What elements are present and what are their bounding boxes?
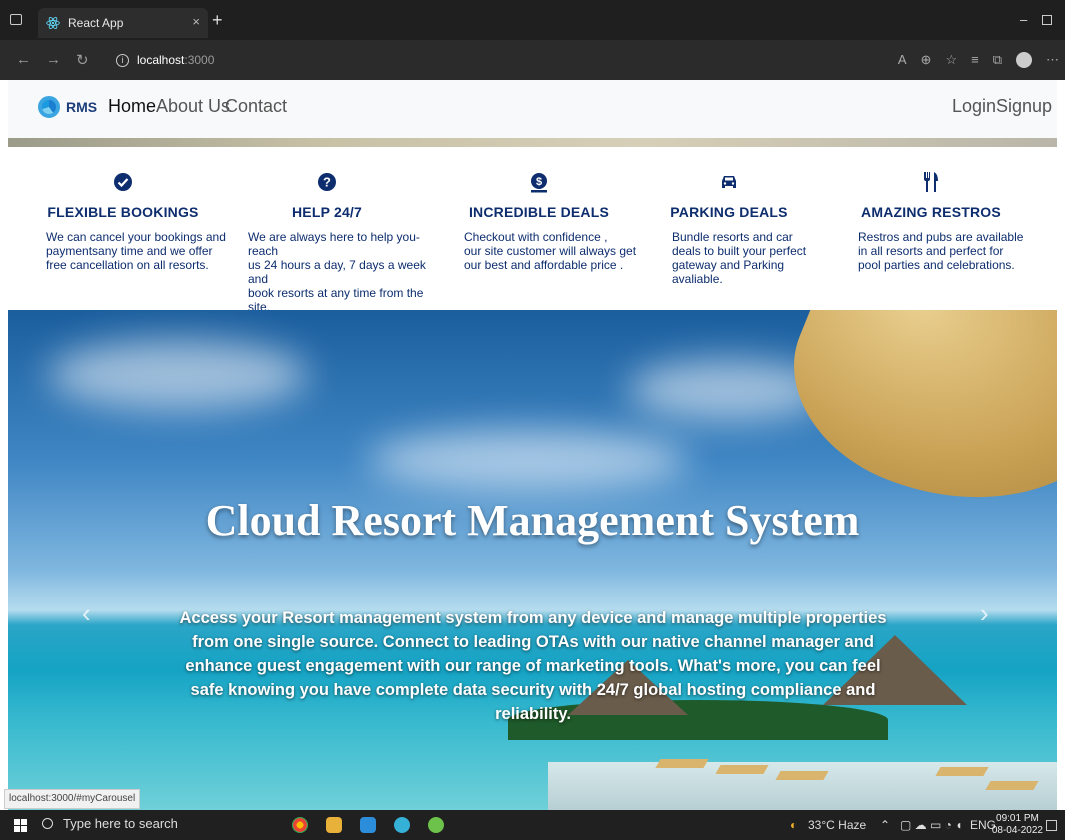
url-port: :3000 [184, 53, 215, 67]
feature-description: We are always here to help you-reach us 2… [248, 230, 426, 314]
maximize-icon[interactable] [1042, 15, 1052, 25]
check-circle-icon [18, 168, 228, 196]
search-icon [42, 818, 53, 829]
tab-close-icon[interactable]: × [192, 14, 200, 29]
cloud [368, 430, 688, 490]
clock-time: 09:01 PM [996, 813, 1039, 824]
react-icon [46, 16, 60, 30]
nav-signup[interactable]: Signup [996, 96, 1052, 117]
feature-amazing-restros: AMAZING RESTROS Restros and pubs are ava… [826, 168, 1036, 272]
favorites-list-icon[interactable]: ≡ [971, 52, 979, 68]
tray-icons[interactable]: ▢ ☁ ▭ ◔ ◖ [900, 818, 963, 832]
feature-incredible-deals: $ INCREDIBLE DEALS Checkout with confide… [434, 168, 644, 272]
clock-date: 08-04-2022 [991, 825, 1043, 836]
feature-title: AMAZING RESTROS [861, 204, 1001, 220]
nav-home[interactable]: Home [108, 96, 156, 117]
tray-chevron-icon[interactable]: ⌃ [880, 818, 890, 832]
more-icon[interactable]: ⋯ [1046, 52, 1059, 68]
url-field[interactable]: i localhost:3000 [104, 47, 864, 73]
address-bar-row: ← → ↻ i localhost:3000 A ⊕ ☆ ≡ ⧉ ⋯ [0, 40, 1065, 80]
app-icon[interactable] [428, 817, 444, 833]
taskbar-clock[interactable]: 09:01 PM 08-04-2022 [992, 813, 1043, 837]
edge-icon[interactable] [394, 817, 410, 833]
svg-text:?: ? [323, 175, 331, 190]
favorite-icon[interactable]: ☆ [945, 52, 957, 68]
new-tab-button[interactable]: + [212, 10, 223, 31]
back-icon[interactable]: ← [16, 51, 31, 68]
browser-tab[interactable]: React App × [38, 8, 208, 38]
feature-title: INCREDIBLE DEALS [468, 204, 610, 220]
windows-start-icon[interactable] [14, 819, 27, 832]
vscode-icon[interactable] [360, 817, 376, 833]
app-navbar: RMS Home About Us Contact Login Signup [8, 80, 1057, 138]
question-circle-icon: ? [222, 168, 432, 196]
feature-help-24-7: ? HELP 24/7 We are always here to help y… [222, 168, 432, 314]
hero-carousel[interactable]: Cloud Resort Management System Access yo… [8, 310, 1057, 810]
file-explorer-icon[interactable] [326, 817, 342, 833]
lounge-chair [655, 759, 709, 768]
url-host: localhost [137, 53, 185, 67]
utensils-icon [826, 168, 1036, 196]
chrome-icon[interactable] [292, 817, 308, 833]
taskbar-search[interactable]: Type here to search [42, 816, 178, 831]
brand[interactable]: RMS [38, 96, 97, 118]
lounge-chair [985, 781, 1039, 790]
feature-description: Checkout with confidence , our site custo… [464, 230, 637, 272]
carousel-next-icon[interactable]: › [980, 598, 989, 629]
notification-icon[interactable] [1046, 820, 1057, 831]
navbar-divider [8, 138, 1057, 147]
nav-about-us[interactable]: About Us [156, 96, 230, 117]
collections-icon[interactable]: ⧉ [993, 52, 1002, 68]
cloud [48, 340, 308, 410]
tab-title: React App [68, 16, 124, 30]
refresh-icon[interactable]: ↻ [76, 51, 89, 69]
read-aloud-icon[interactable]: A [898, 52, 907, 68]
nav-contact[interactable]: Contact [225, 96, 287, 117]
hero-title: Cloud Resort Management System [205, 496, 860, 545]
feature-title: HELP 24/7 [291, 204, 363, 220]
profile-avatar[interactable] [1016, 52, 1032, 68]
feature-title: PARKING DEALS [670, 204, 788, 220]
nav-login[interactable]: Login [952, 96, 996, 117]
minimize-icon[interactable]: – [1020, 12, 1027, 27]
forward-icon[interactable]: → [46, 51, 61, 68]
lounge-chair [715, 765, 769, 774]
hero-description: Access your Resort management system fro… [179, 609, 887, 723]
site-info-icon[interactable]: i [116, 53, 129, 67]
feature-flexible-bookings: FLEXIBLE BOOKINGS We can cancel your boo… [18, 168, 228, 272]
feature-parking-deals: PARKING DEALS Bundle resorts and car deal… [624, 168, 834, 286]
zoom-icon[interactable]: ⊕ [921, 52, 932, 68]
taskbar-search-placeholder: Type here to search [63, 816, 178, 831]
weather-icon[interactable]: ◐ [790, 818, 797, 832]
browser-toolbar-icons: A ⊕ ☆ ≡ ⧉ ⋯ [898, 52, 1059, 68]
taskbar: Type here to search ◐ 33°C Haze ⌃ ▢ ☁ ▭ … [0, 810, 1065, 840]
brand-text: RMS [66, 99, 98, 115]
svg-text:$: $ [536, 176, 542, 188]
weather-text[interactable]: 33°C Haze [808, 818, 866, 832]
lounge-chair [935, 767, 989, 776]
feature-description: Restros and pubs are available in all res… [858, 230, 1024, 272]
browser-tab-bar: React App × + – [0, 0, 1065, 40]
lounge-chair [775, 771, 829, 780]
status-url: localhost:3000/#myCarousel [4, 789, 141, 809]
carousel-prev-icon[interactable]: ‹ [82, 598, 91, 629]
feature-description: Bundle resorts and car deals to built you… [672, 230, 807, 286]
tab-actions-icon[interactable] [10, 14, 22, 25]
feature-description: We can cancel your bookings and paymentsa… [46, 230, 226, 272]
feature-title: FLEXIBLE BOOKINGS [47, 204, 199, 220]
money-bag-icon: $ [434, 168, 644, 196]
rms-logo-icon [38, 96, 60, 118]
car-icon [624, 168, 834, 196]
